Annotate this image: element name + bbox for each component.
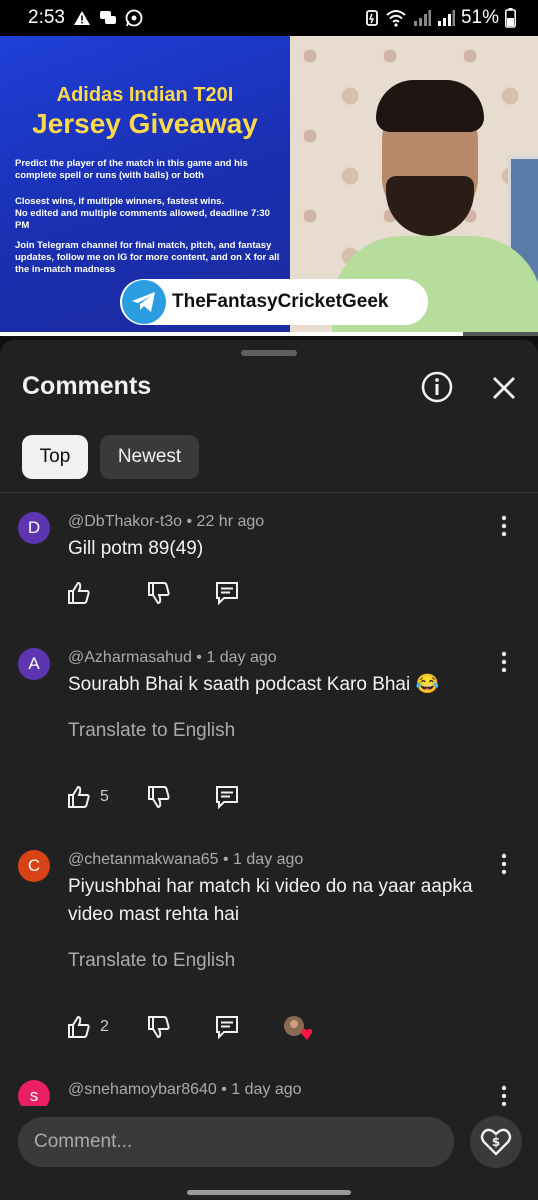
video-progress-bar[interactable]: [0, 332, 538, 336]
comment-actions: [66, 580, 366, 608]
banner-para-3: No edited and multiple comments allowed,…: [15, 208, 270, 231]
info-button[interactable]: [420, 370, 454, 404]
thumbs-down-icon: [148, 1016, 170, 1039]
more-options-button[interactable]: [494, 852, 514, 876]
thumbs-up-icon: [68, 581, 90, 604]
more-options-button[interactable]: [494, 514, 514, 538]
super-thanks-button[interactable]: $: [470, 1116, 522, 1168]
video-player[interactable]: Adidas Indian T20I Jersey Giveaway Predi…: [0, 36, 538, 336]
battery-percent: 51%: [460, 7, 499, 28]
divider: [0, 492, 538, 493]
more-vert-icon: [501, 651, 507, 673]
comment-composer: Comment... $: [0, 1106, 538, 1200]
telegram-icon: [122, 280, 166, 324]
comment-text: Piyushbhai har match ki video do na yaar…: [68, 876, 473, 925]
wifi-icon: [385, 9, 407, 27]
filter-chip-top[interactable]: Top: [22, 435, 88, 479]
status-bar: 2:53 51%: [0, 0, 538, 36]
banner-para-2: Closest wins, if multiple winners, faste…: [15, 196, 225, 207]
comment-meta: @snehamoybar8640 • 1 day ago: [68, 1081, 302, 1098]
info-icon: [421, 371, 453, 403]
comment-actions: 2: [66, 1014, 366, 1042]
close-button[interactable]: [490, 374, 518, 402]
comment-text: Sourabh Bhai k saath podcast Karo Bhai 😂: [68, 674, 440, 695]
clock: 2:53: [28, 7, 65, 28]
dislike-button[interactable]: [146, 784, 172, 810]
reply-icon: [216, 1016, 238, 1040]
super-thanks-icon: $: [480, 1128, 512, 1156]
alert-icon: [73, 10, 91, 26]
avatar[interactable]: D: [18, 512, 50, 544]
like-count: 5: [100, 788, 109, 805]
chat-bubbles-icon: [99, 10, 117, 26]
thumbs-up-icon: [68, 785, 90, 808]
svg-text:$: $: [492, 1135, 500, 1149]
comment-meta: @Azharmasahud • 1 day ago: [68, 649, 277, 666]
whatsapp-icon: [125, 9, 143, 27]
thumbs-down-icon: [148, 786, 170, 809]
channel-name: TheFantasyCricketGeek: [172, 291, 389, 312]
translate-link[interactable]: Translate to English: [68, 720, 235, 742]
comment-meta: @chetanmakwana65 • 1 day ago: [68, 851, 304, 868]
filter-chip-newest[interactable]: Newest: [100, 435, 199, 479]
like-count: 2: [100, 1018, 109, 1035]
banner-para-4: Join Telegram channel for final match, p…: [15, 240, 280, 275]
avatar[interactable]: A: [18, 648, 50, 680]
dislike-button[interactable]: [146, 1014, 172, 1040]
comments-sheet: Comments Top Newest D @DbThakor-t3o • 22…: [0, 340, 538, 1200]
thumbs-up-icon: [68, 1015, 90, 1038]
more-options-button[interactable]: [494, 1084, 514, 1108]
reply-icon: [216, 786, 238, 810]
reply-button[interactable]: [214, 1014, 240, 1040]
comment-actions: 5: [66, 784, 366, 812]
reply-button[interactable]: [214, 784, 240, 810]
comment-meta: @DbThakor-t3o • 22 hr ago: [68, 513, 265, 530]
home-indicator[interactable]: [187, 1190, 351, 1195]
more-vert-icon: [501, 1085, 507, 1107]
signal-icon-2: [437, 9, 455, 27]
reply-button[interactable]: [214, 580, 240, 606]
sheet-title: Comments: [22, 372, 152, 400]
battery-saver-icon: [365, 9, 379, 27]
creator-heart-icon: [284, 1016, 312, 1040]
comment-text: Gill potm 89(49): [68, 538, 204, 559]
telegram-channel-pill: TheFantasyCricketGeek: [120, 279, 428, 325]
like-button[interactable]: 2: [66, 1014, 109, 1040]
video-progress-fill: [0, 332, 463, 336]
dislike-button[interactable]: [146, 580, 172, 606]
like-button[interactable]: [66, 580, 92, 606]
thumbs-down-icon: [148, 582, 170, 605]
comment-input[interactable]: Comment...: [18, 1117, 454, 1167]
battery-icon: [505, 8, 516, 28]
banner-subtitle: Adidas Indian T20I: [56, 84, 234, 106]
more-options-button[interactable]: [494, 650, 514, 674]
reply-icon: [216, 582, 238, 606]
more-vert-icon: [501, 515, 507, 537]
banner-title: Jersey Giveaway: [32, 108, 258, 139]
avatar[interactable]: C: [18, 850, 50, 882]
drag-handle[interactable]: [241, 350, 297, 356]
signal-icon: [413, 9, 431, 27]
presenter-hair: [376, 80, 484, 132]
close-icon: [493, 377, 515, 399]
translate-link[interactable]: Translate to English: [68, 950, 235, 972]
like-button[interactable]: 5: [66, 784, 109, 810]
banner-para-1: Predict the player of the match in this …: [15, 158, 248, 181]
creator-heart-badge: [282, 1014, 312, 1042]
more-vert-icon: [501, 853, 507, 875]
